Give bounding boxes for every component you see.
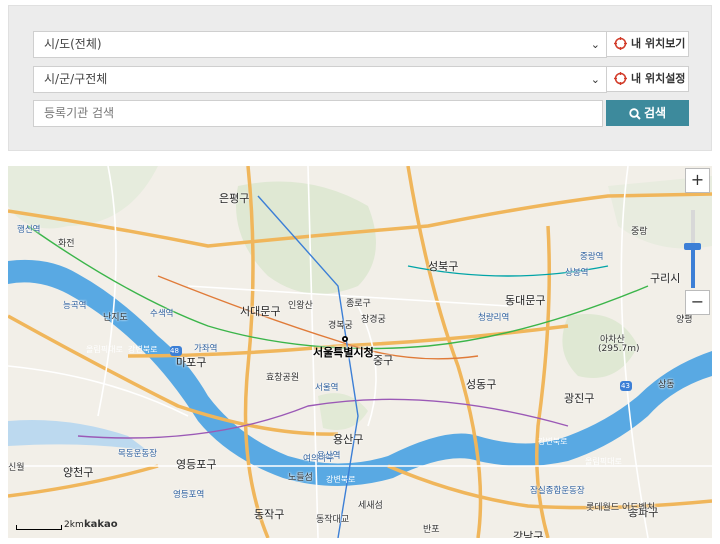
search-button[interactable]: 검색 [606, 100, 689, 126]
road-label: 강변북로 [326, 475, 356, 484]
zoom-out-button[interactable]: − [685, 290, 710, 315]
search-button-label: 검색 [643, 106, 667, 120]
place-label: 양천구 [63, 466, 94, 479]
place-label: 화전 [58, 239, 75, 249]
road-label: 올림픽대로 [86, 345, 123, 354]
place-label: 인왕산 [288, 301, 313, 311]
place-label: (295.7m) [598, 344, 640, 354]
place-label: 동작대교 [316, 515, 350, 525]
place-label: 영등포구 [176, 458, 217, 471]
map-view[interactable]: 은평구 성북구 서대문구 종로구 마포구 중구 용산구 성동구 광진구 영등포구… [8, 166, 712, 538]
place-label: 동작구 [254, 508, 285, 521]
province-select-value: 시/도(전체) [44, 37, 102, 51]
search-input[interactable]: 등록기관 검색 [33, 100, 603, 127]
station-label: 중랑역 [580, 252, 604, 262]
station-label: 가좌역 [194, 344, 218, 354]
place-label: 성동구 [466, 378, 497, 391]
province-select[interactable]: 시/도(전체) ⌄ [33, 31, 607, 58]
place-label: 노들섬 [288, 473, 313, 483]
place-label: 목동운동장 [118, 449, 158, 459]
place-label: 반포 [423, 525, 440, 535]
district-select[interactable]: 시/군/구전체 ⌄ [33, 66, 607, 93]
crosshair-icon [614, 37, 627, 50]
place-label: 동대문구 [505, 294, 546, 307]
place-label: 창경궁 [361, 315, 386, 325]
place-label: 난지도 [103, 313, 128, 323]
city-hall-label: 서울특별시청 [313, 346, 374, 359]
station-label: 용산역 [317, 451, 341, 461]
place-label: 중랑 [631, 227, 648, 237]
district-select-value: 시/군/구전체 [44, 72, 108, 86]
place-label: 종로 [346, 299, 363, 309]
my-location-view-button[interactable]: 내 위치보기 [606, 31, 689, 57]
chevron-down-icon: ⌄ [590, 38, 600, 51]
filter-panel: 시/도(전체) ⌄ 내 위치보기 시/군/구전체 ⌄ 내 위치설정 등록기관 검… [8, 5, 712, 151]
chevron-down-icon: ⌄ [590, 73, 600, 86]
road-number: 48 [170, 347, 179, 355]
scale-bar [16, 525, 62, 530]
search-placeholder: 등록기관 검색 [44, 106, 115, 120]
road-label: 올림픽대로 [585, 457, 622, 466]
road-label: 강변북로 [128, 345, 158, 354]
place-label: 세새섬 [358, 501, 383, 511]
place-label: 강남구 [513, 530, 544, 538]
place-label: 잠실종합운동장 [530, 486, 585, 496]
place-label: 경복궁 [328, 321, 353, 331]
place-label: 신월 [8, 463, 25, 473]
station-label: 청량리역 [478, 313, 510, 323]
place-label: 마포구 [176, 356, 207, 369]
station-label: 서울역 [315, 383, 339, 393]
place-label: 서대문구 [240, 305, 281, 318]
place-label: 중구 [373, 354, 394, 367]
place-label: 효창공원 [266, 373, 300, 383]
road-label: 강변북로 [538, 437, 568, 446]
zoom-in-button[interactable]: + [685, 168, 710, 193]
station-label: 행신역 [17, 225, 41, 235]
station-label: 능곡역 [63, 301, 87, 311]
place-label: 은평구 [219, 192, 250, 205]
scale-label: 2km [64, 520, 84, 530]
place-label: 광진구 [564, 392, 595, 405]
place-label: 롯데월드 어드벤처 [586, 503, 656, 513]
kakao-logo: kakao [84, 519, 118, 530]
search-icon [629, 107, 641, 120]
my-location-set-label: 내 위치설정 [631, 72, 686, 85]
zoom-slider-handle[interactable] [684, 243, 701, 250]
my-location-view-label: 내 위치보기 [631, 37, 686, 50]
my-location-set-button[interactable]: 내 위치설정 [606, 66, 689, 92]
place-label: 성북구 [428, 260, 459, 273]
station-label: 상봉역 [565, 268, 589, 278]
station-label: 영등포역 [173, 490, 205, 500]
place-label: 용산구 [333, 433, 364, 446]
zoom-slider-fill [691, 248, 695, 288]
place-label: 구리시 [650, 272, 681, 285]
station-label: 수색역 [150, 309, 174, 319]
place-label: 상동 [658, 380, 675, 390]
road-number: 43 [621, 382, 630, 390]
crosshair-icon [614, 72, 627, 85]
